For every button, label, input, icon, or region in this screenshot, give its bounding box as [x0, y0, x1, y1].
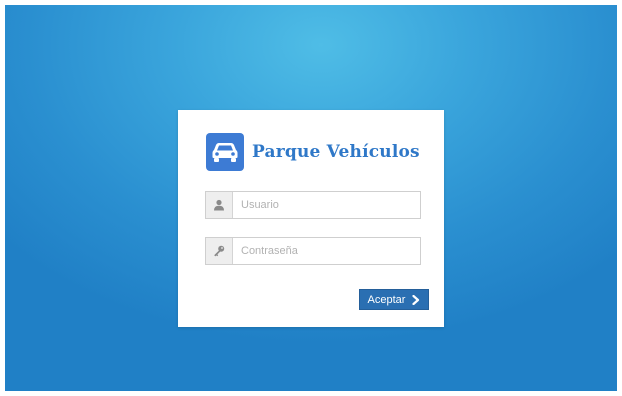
password-field — [205, 237, 421, 265]
brand-header: Parque Vehículos — [206, 133, 420, 171]
app-title: Parque Vehículos — [252, 142, 420, 162]
key-icon — [206, 238, 233, 264]
car-icon — [212, 141, 238, 163]
logo — [206, 133, 244, 171]
login-panel: Parque Vehículos Aceptar — [178, 110, 444, 327]
login-background: Parque Vehículos Aceptar — [5, 5, 617, 391]
username-field — [205, 191, 421, 219]
accept-button[interactable]: Aceptar — [359, 289, 429, 310]
user-icon — [206, 192, 233, 218]
accept-button-label: Aceptar — [367, 293, 406, 306]
username-input[interactable] — [233, 192, 420, 218]
password-input[interactable] — [233, 238, 420, 264]
chevron-right-icon — [412, 294, 420, 305]
